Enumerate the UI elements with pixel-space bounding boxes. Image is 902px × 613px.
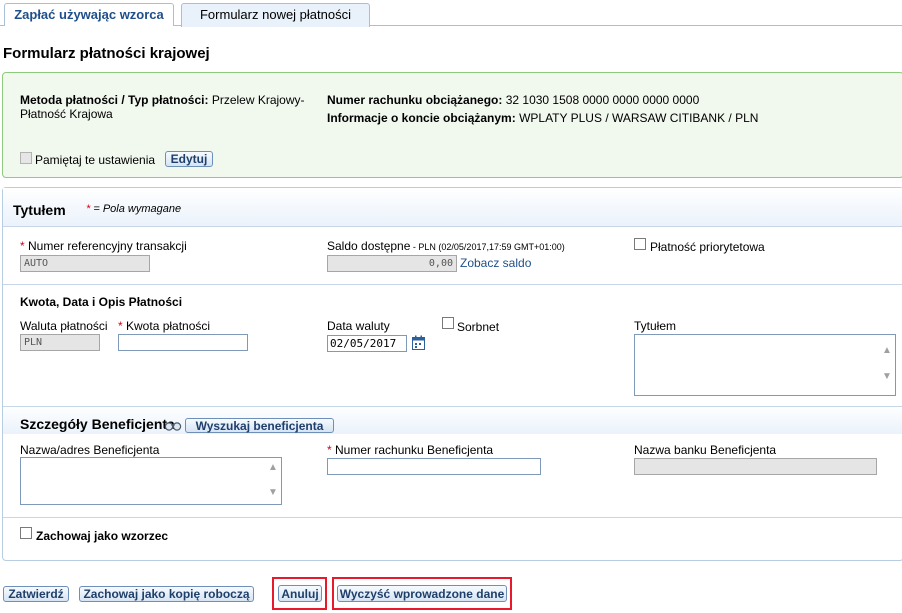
sorbnet-checkbox[interactable]	[442, 317, 454, 329]
amount-label: * Kwota płatności	[118, 319, 210, 333]
binoculars-icon[interactable]	[164, 420, 182, 431]
debit-account-details-label: Informacje o koncie obciążanym:	[327, 111, 516, 125]
amount-label-text: Kwota płatności	[126, 319, 211, 333]
debit-account-details-value: WPLATY PLUS / WARSAW CITIBANK / PLN	[519, 111, 759, 125]
payment-method-value: Przelew Krajowy-	[211, 93, 305, 107]
available-balance-field: 0,00	[327, 255, 457, 272]
beneficiary-account-label-text: Numer rachunku Beneficjenta	[335, 443, 494, 457]
debit-account-details: Informacje o koncie obciążanym: WPLATY P…	[327, 111, 758, 125]
cancel-button[interactable]: Anuluj	[278, 585, 322, 602]
required-star: *	[327, 443, 332, 457]
section-divider	[3, 284, 902, 285]
transaction-ref-label-text: Numer referencyjny transakcji	[28, 239, 187, 253]
payment-title-textarea[interactable]: ▲ ▼	[634, 334, 896, 396]
search-beneficiary-button[interactable]: Wyszukaj beneficjenta	[185, 418, 334, 433]
remember-settings-checkbox[interactable]	[20, 152, 32, 164]
beneficiary-bank-field	[634, 458, 877, 475]
section-divider	[3, 406, 902, 407]
available-balance-label-text: Saldo dostępne	[327, 239, 411, 253]
required-star: *	[86, 203, 91, 215]
beneficiary-account-label: * Numer rachunku Beneficjenta	[327, 443, 493, 457]
amount-section-heading: Kwota, Data i Opis Płatności	[20, 295, 183, 309]
section-divider	[3, 517, 902, 518]
calendar-icon[interactable]	[412, 335, 425, 350]
priority-payment-label: Płatność priorytetowa	[650, 240, 765, 254]
tab-new-payment-form[interactable]: Formularz nowej płatności	[181, 3, 370, 27]
beneficiary-name-textarea[interactable]: ▲ ▼	[20, 457, 282, 505]
payment-title-label: Tytułem	[634, 319, 677, 333]
beneficiary-name-label: Nazwa/adres Beneficjenta	[20, 443, 160, 457]
available-balance-label: Saldo dostępne - PLN (02/05/2017,17:59 G…	[327, 239, 565, 253]
required-star: *	[118, 319, 123, 333]
edit-button[interactable]: Edytuj	[165, 151, 213, 167]
scroll-down-icon[interactable]: ▼	[267, 487, 279, 499]
available-balance-sub: - PLN (02/05/2017,17:59 GMT+01:00)	[410, 242, 565, 252]
debit-account-info: Numer rachunku obciążanego: 32 1030 1508…	[327, 93, 699, 107]
required-star: *	[20, 239, 25, 253]
value-date-label: Data waluty	[327, 319, 390, 333]
tab-pay-with-template[interactable]: Zapłać używając wzorca	[4, 3, 174, 26]
payment-method-value-2: Płatność Krajowa	[20, 107, 113, 121]
remember-settings-label: Pamiętaj te ustawienia	[35, 153, 156, 167]
scroll-up-icon[interactable]: ▲	[267, 462, 279, 474]
value-date-input[interactable]: 02/05/2017	[327, 335, 407, 352]
sorbnet-label: Sorbnet	[457, 320, 500, 334]
confirm-button[interactable]: Zatwierdź	[3, 586, 69, 602]
scroll-down-icon[interactable]: ▼	[881, 371, 893, 383]
debit-account-label: Numer rachunku obciążanego:	[327, 93, 503, 107]
payment-method-label: Metoda płatności / Typ płatności:	[20, 93, 209, 107]
clear-form-button[interactable]: Wyczyść wprowadzone dane	[337, 585, 507, 602]
beneficiary-bank-label: Nazwa banku Beneficjenta	[634, 443, 777, 457]
currency-field: PLN	[20, 334, 100, 351]
required-note-text: = Pola wymagane	[93, 203, 182, 215]
title-section-heading: Tytułem	[13, 202, 66, 218]
transaction-ref-field: AUTO	[20, 255, 150, 272]
view-balance-link[interactable]: Zobacz saldo	[460, 256, 531, 270]
debit-account-value: 32 1030 1508 0000 0000 0000 0000	[505, 93, 700, 107]
beneficiary-section-heading: Szczegóły Beneficjenta	[20, 416, 175, 432]
page-title: Formularz płatności krajowej	[3, 45, 210, 62]
transaction-ref-label: * Numer referencyjny transakcji	[20, 239, 187, 253]
priority-payment-checkbox[interactable]	[634, 238, 646, 250]
required-fields-note: * = Pola wymagane	[86, 203, 181, 215]
currency-label: Waluta płatności	[20, 319, 108, 333]
amount-input[interactable]	[118, 334, 248, 351]
section-divider	[3, 226, 902, 227]
scroll-up-icon[interactable]: ▲	[881, 345, 893, 357]
save-as-template-checkbox[interactable]	[20, 527, 32, 539]
save-as-template-label: Zachowaj jako wzorzec	[36, 529, 169, 543]
beneficiary-account-input[interactable]	[327, 458, 541, 475]
payment-method-info: Metoda płatności / Typ płatności: Przele…	[20, 93, 320, 121]
save-draft-button[interactable]: Zachowaj jako kopię roboczą	[79, 586, 254, 602]
